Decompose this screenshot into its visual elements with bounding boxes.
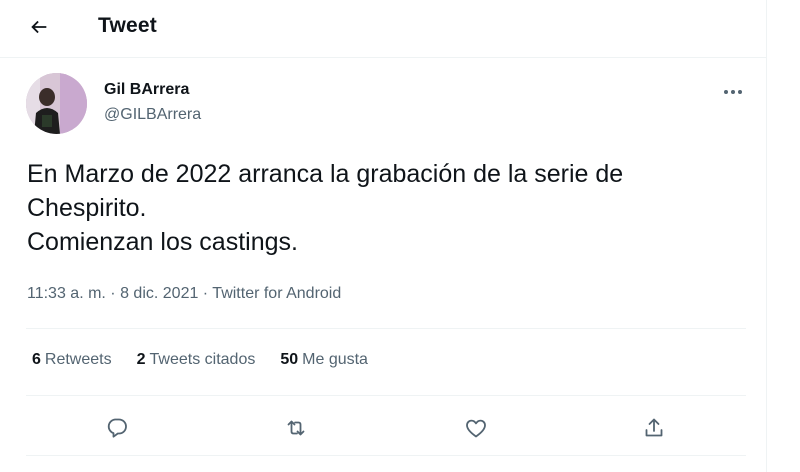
- action-bar: [0, 403, 766, 451]
- tweet-text: En Marzo de 2022 arranca la grabación de…: [27, 160, 624, 256]
- header-bar: Tweet: [0, 0, 766, 56]
- page-title: Tweet: [98, 14, 157, 37]
- more-options-button[interactable]: [716, 78, 750, 106]
- tweet-stats: 6 Retweets 2 Tweets citados 50 Me gusta: [32, 351, 393, 369]
- retweet-icon: [284, 416, 308, 440]
- tweet-source[interactable]: Twitter for Android: [212, 285, 341, 302]
- author-display-name[interactable]: Gil BArrera: [104, 81, 189, 99]
- tweet-date[interactable]: 8 dic. 2021: [120, 285, 198, 302]
- likes-label: Me gusta: [302, 351, 368, 368]
- quotes-label: Tweets citados: [149, 351, 256, 368]
- likes-stat[interactable]: 50 Me gusta: [280, 351, 368, 369]
- like-button[interactable]: [459, 411, 493, 445]
- header-divider: [0, 57, 766, 58]
- share-icon: [642, 416, 666, 440]
- quotes-stat[interactable]: 2 Tweets citados: [137, 351, 256, 369]
- meta-divider: [26, 328, 746, 329]
- tweet-time[interactable]: 11:33 a. m.: [27, 285, 106, 302]
- tweet-column: Tweet Gil BArrera @GILBArrera En Marzo d…: [0, 0, 767, 472]
- retweets-stat[interactable]: 6 Retweets: [32, 351, 112, 369]
- reply-button[interactable]: [100, 411, 134, 445]
- like-icon: [464, 416, 488, 440]
- retweets-count: 6: [32, 351, 41, 368]
- back-button[interactable]: [22, 10, 56, 44]
- quotes-count: 2: [136, 351, 146, 368]
- meta-separator: ·: [105, 285, 121, 302]
- actions-divider: [26, 455, 746, 456]
- meta-separator: ·: [198, 285, 213, 302]
- likes-count: 50: [280, 351, 299, 368]
- arrow-left-icon: [28, 16, 50, 38]
- stats-divider: [26, 395, 746, 396]
- more-icon: [723, 89, 743, 95]
- reply-icon: [105, 416, 129, 440]
- tweet-meta: 11:33 a. m. · 8 dic. 2021 · Twitter for …: [27, 285, 341, 303]
- retweet-button[interactable]: [279, 411, 313, 445]
- share-button[interactable]: [637, 411, 671, 445]
- author-handle[interactable]: @GILBArrera: [104, 106, 201, 124]
- avatar[interactable]: [26, 73, 87, 134]
- retweets-label: Retweets: [44, 351, 112, 368]
